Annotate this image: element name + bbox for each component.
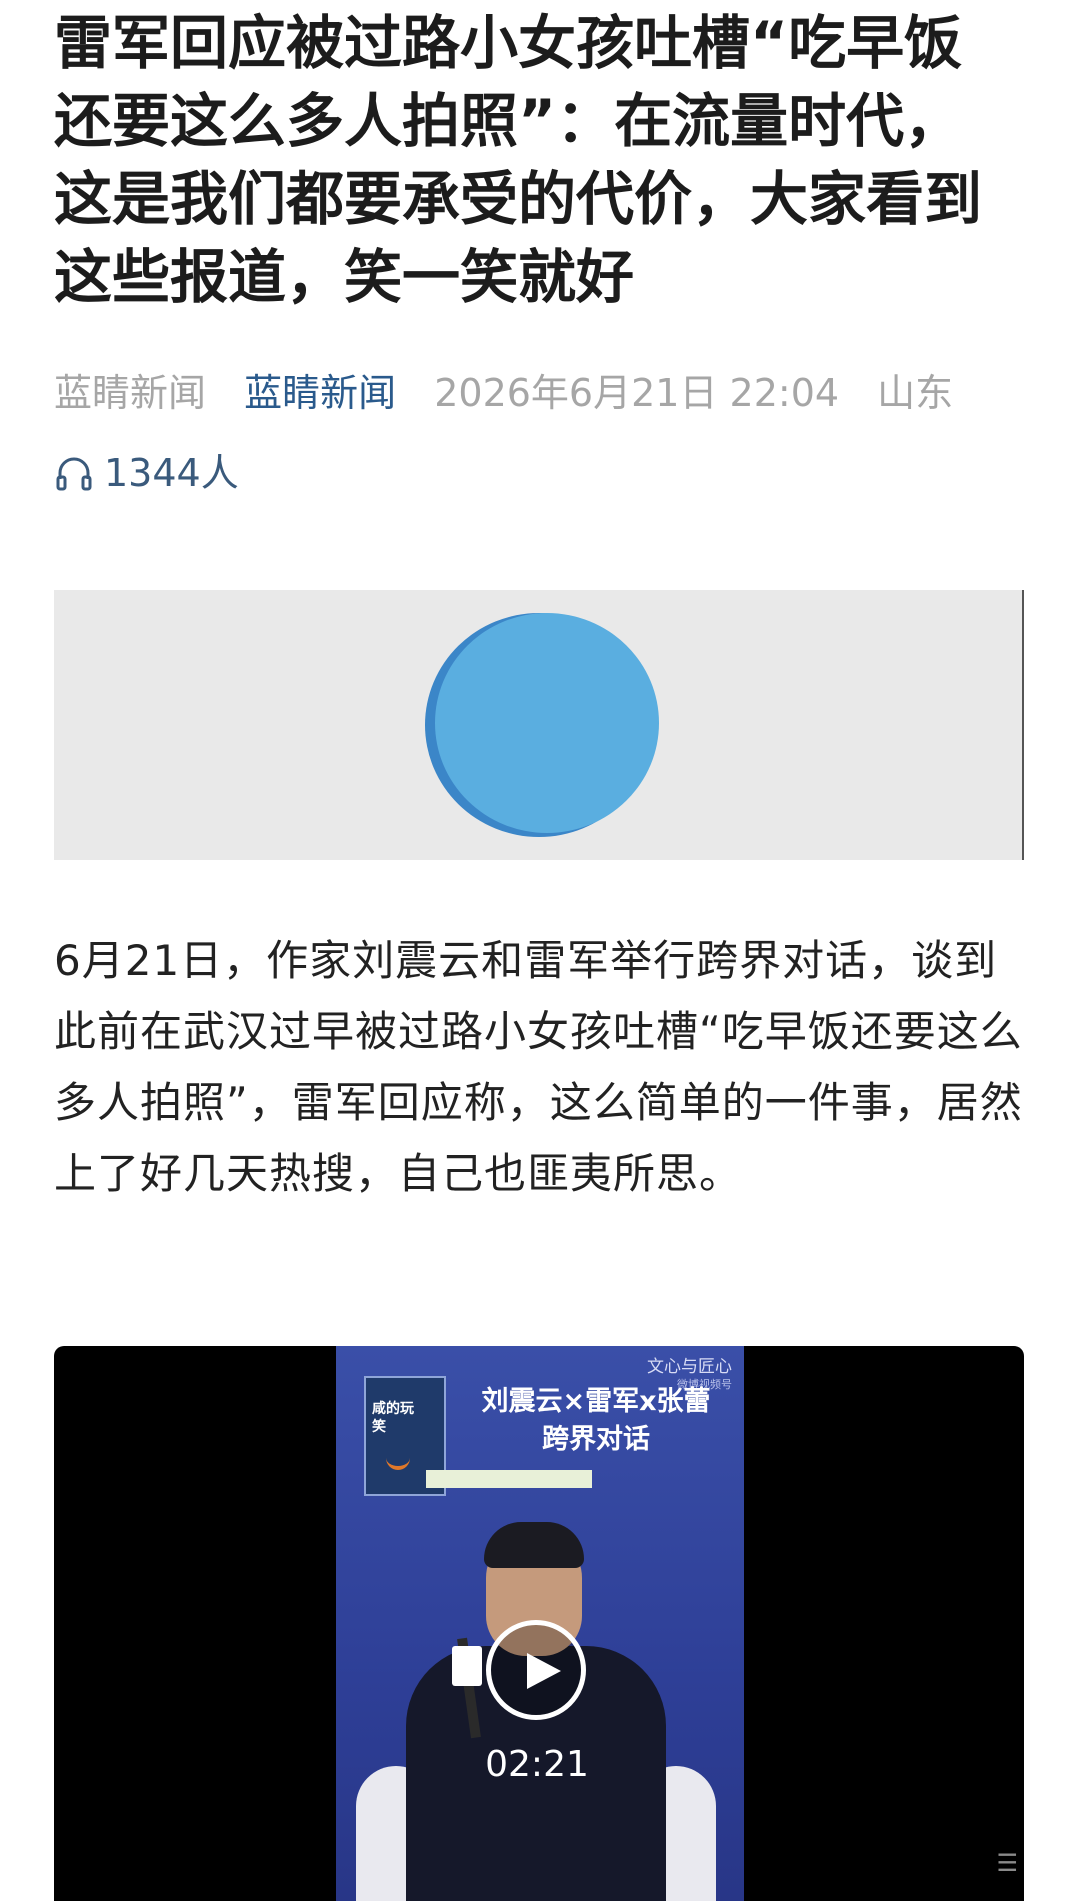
video-duration: 02:21 xyxy=(485,1744,589,1785)
article-title: 雷军回应被过路小女孩吐槽“吃早饭还要这么多人拍照”：在流量时代，这是我们都要承受… xyxy=(54,9,983,311)
listen-count: 1344人 xyxy=(104,451,239,495)
article-meta: 蓝睛新闻 蓝睛新闻 2026年6月21日 22:04 山东 xyxy=(54,368,979,418)
video-banner-line2: 跨界对话 xyxy=(542,1424,650,1455)
article-paragraph: 6月21日，作家刘震云和雷军举行跨界对话，谈到此前在武汉过早被过路小女孩吐槽“吃… xyxy=(54,936,1023,1198)
book-strip xyxy=(426,1470,592,1488)
author-link[interactable]: 蓝睛新闻 xyxy=(244,371,396,415)
source-label: 蓝睛新闻 xyxy=(54,371,207,415)
listen-count-button[interactable]: 1344人 xyxy=(54,448,239,498)
book-title: 咸的玩笑 xyxy=(372,1401,414,1435)
microphone-card xyxy=(452,1646,482,1686)
corner-watermark-icon: ☰ xyxy=(996,1849,1018,1877)
publish-time: 2026年6月21日 22:04 xyxy=(434,371,840,415)
audio-disc-icon xyxy=(425,613,659,837)
video-player[interactable]: 文心与匠心 微博视频号 咸的玩笑 刘震云×雷军x张蕾 跨界对话 02:21 ☰ xyxy=(54,1346,1024,1901)
video-banner-line1: 刘震云×雷军x张蕾 xyxy=(481,1386,711,1417)
publish-location: 山东 xyxy=(877,371,954,415)
headphones-icon xyxy=(56,457,92,491)
book-smile-mark xyxy=(386,1448,410,1470)
video-watermark: 文心与匠心 xyxy=(647,1357,732,1377)
play-icon xyxy=(527,1653,561,1689)
audio-player-card[interactable] xyxy=(54,590,1024,860)
speaker-hair xyxy=(484,1522,584,1568)
play-button[interactable] xyxy=(486,1620,586,1720)
